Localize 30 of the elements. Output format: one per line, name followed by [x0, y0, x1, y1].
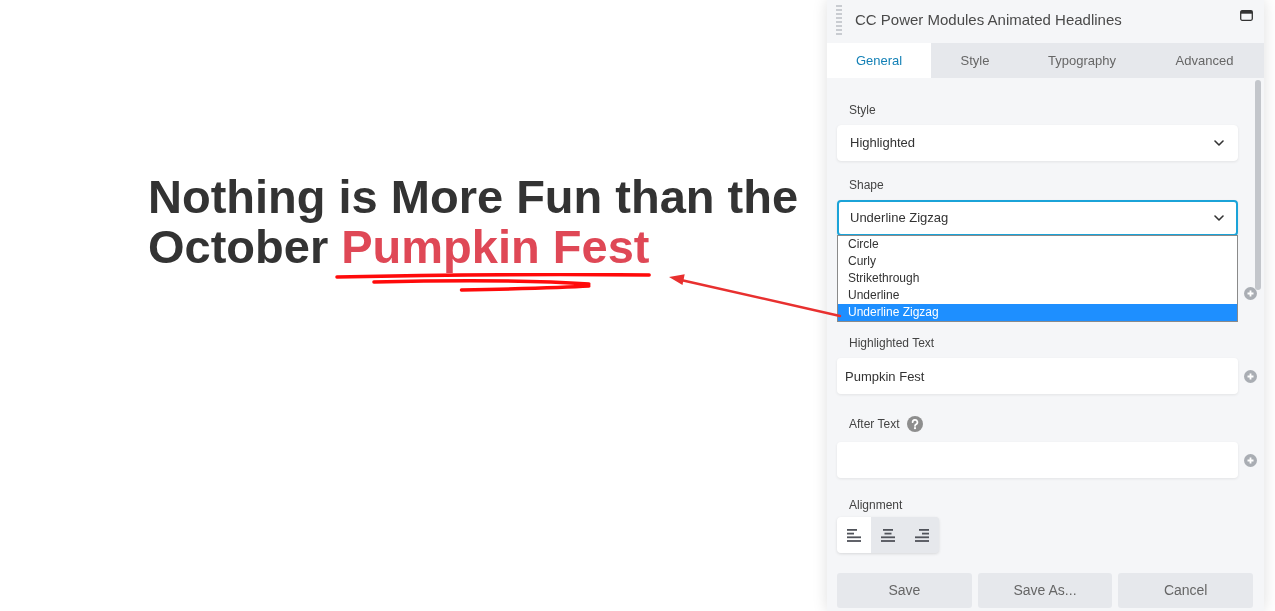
field-label: Shape — [849, 178, 884, 192]
tab[interactable]: General — [827, 43, 931, 78]
text-field[interactable]: Pumpkin Fest — [837, 358, 1238, 394]
field-label: Style — [849, 103, 876, 117]
plus-circle-icon[interactable] — [1244, 453, 1257, 467]
field-label: Alignment — [849, 498, 903, 512]
headline: Nothing is More Fun than the October Pumpkin Fest — [148, 172, 800, 272]
align-right-button[interactable] — [905, 517, 939, 553]
plus-circle-icon[interactable] — [1244, 369, 1257, 383]
select-field[interactable]: Underline Zigzag — [837, 200, 1238, 236]
scrollbar[interactable] — [1255, 80, 1261, 290]
select-field[interactable]: Highlighted — [837, 125, 1238, 161]
chevron-down-icon — [1214, 140, 1224, 146]
save-button[interactable]: Save — [837, 573, 972, 608]
panel-title: CC Power Modules Animated Headlines — [855, 11, 1122, 29]
plus-circle-icon[interactable] — [1244, 286, 1257, 300]
save-as-button[interactable]: Save As... — [977, 573, 1113, 608]
align-right-icon — [915, 528, 929, 542]
grip-icon[interactable] — [836, 5, 842, 35]
field-label: After Text — [849, 417, 900, 431]
dropdown-option[interactable]: Underline Zigzag — [838, 304, 1237, 321]
align-center-button[interactable] — [871, 517, 905, 553]
help-icon[interactable] — [907, 416, 924, 432]
align-center-icon — [881, 528, 895, 542]
field-label: Highlighted Text — [849, 336, 935, 350]
cancel-button[interactable]: Cancel — [1118, 573, 1253, 608]
chevron-down-icon — [1214, 215, 1224, 221]
align-left-button[interactable] — [837, 517, 871, 553]
maximize-icon[interactable] — [1240, 10, 1253, 21]
align-left-icon — [847, 528, 861, 542]
